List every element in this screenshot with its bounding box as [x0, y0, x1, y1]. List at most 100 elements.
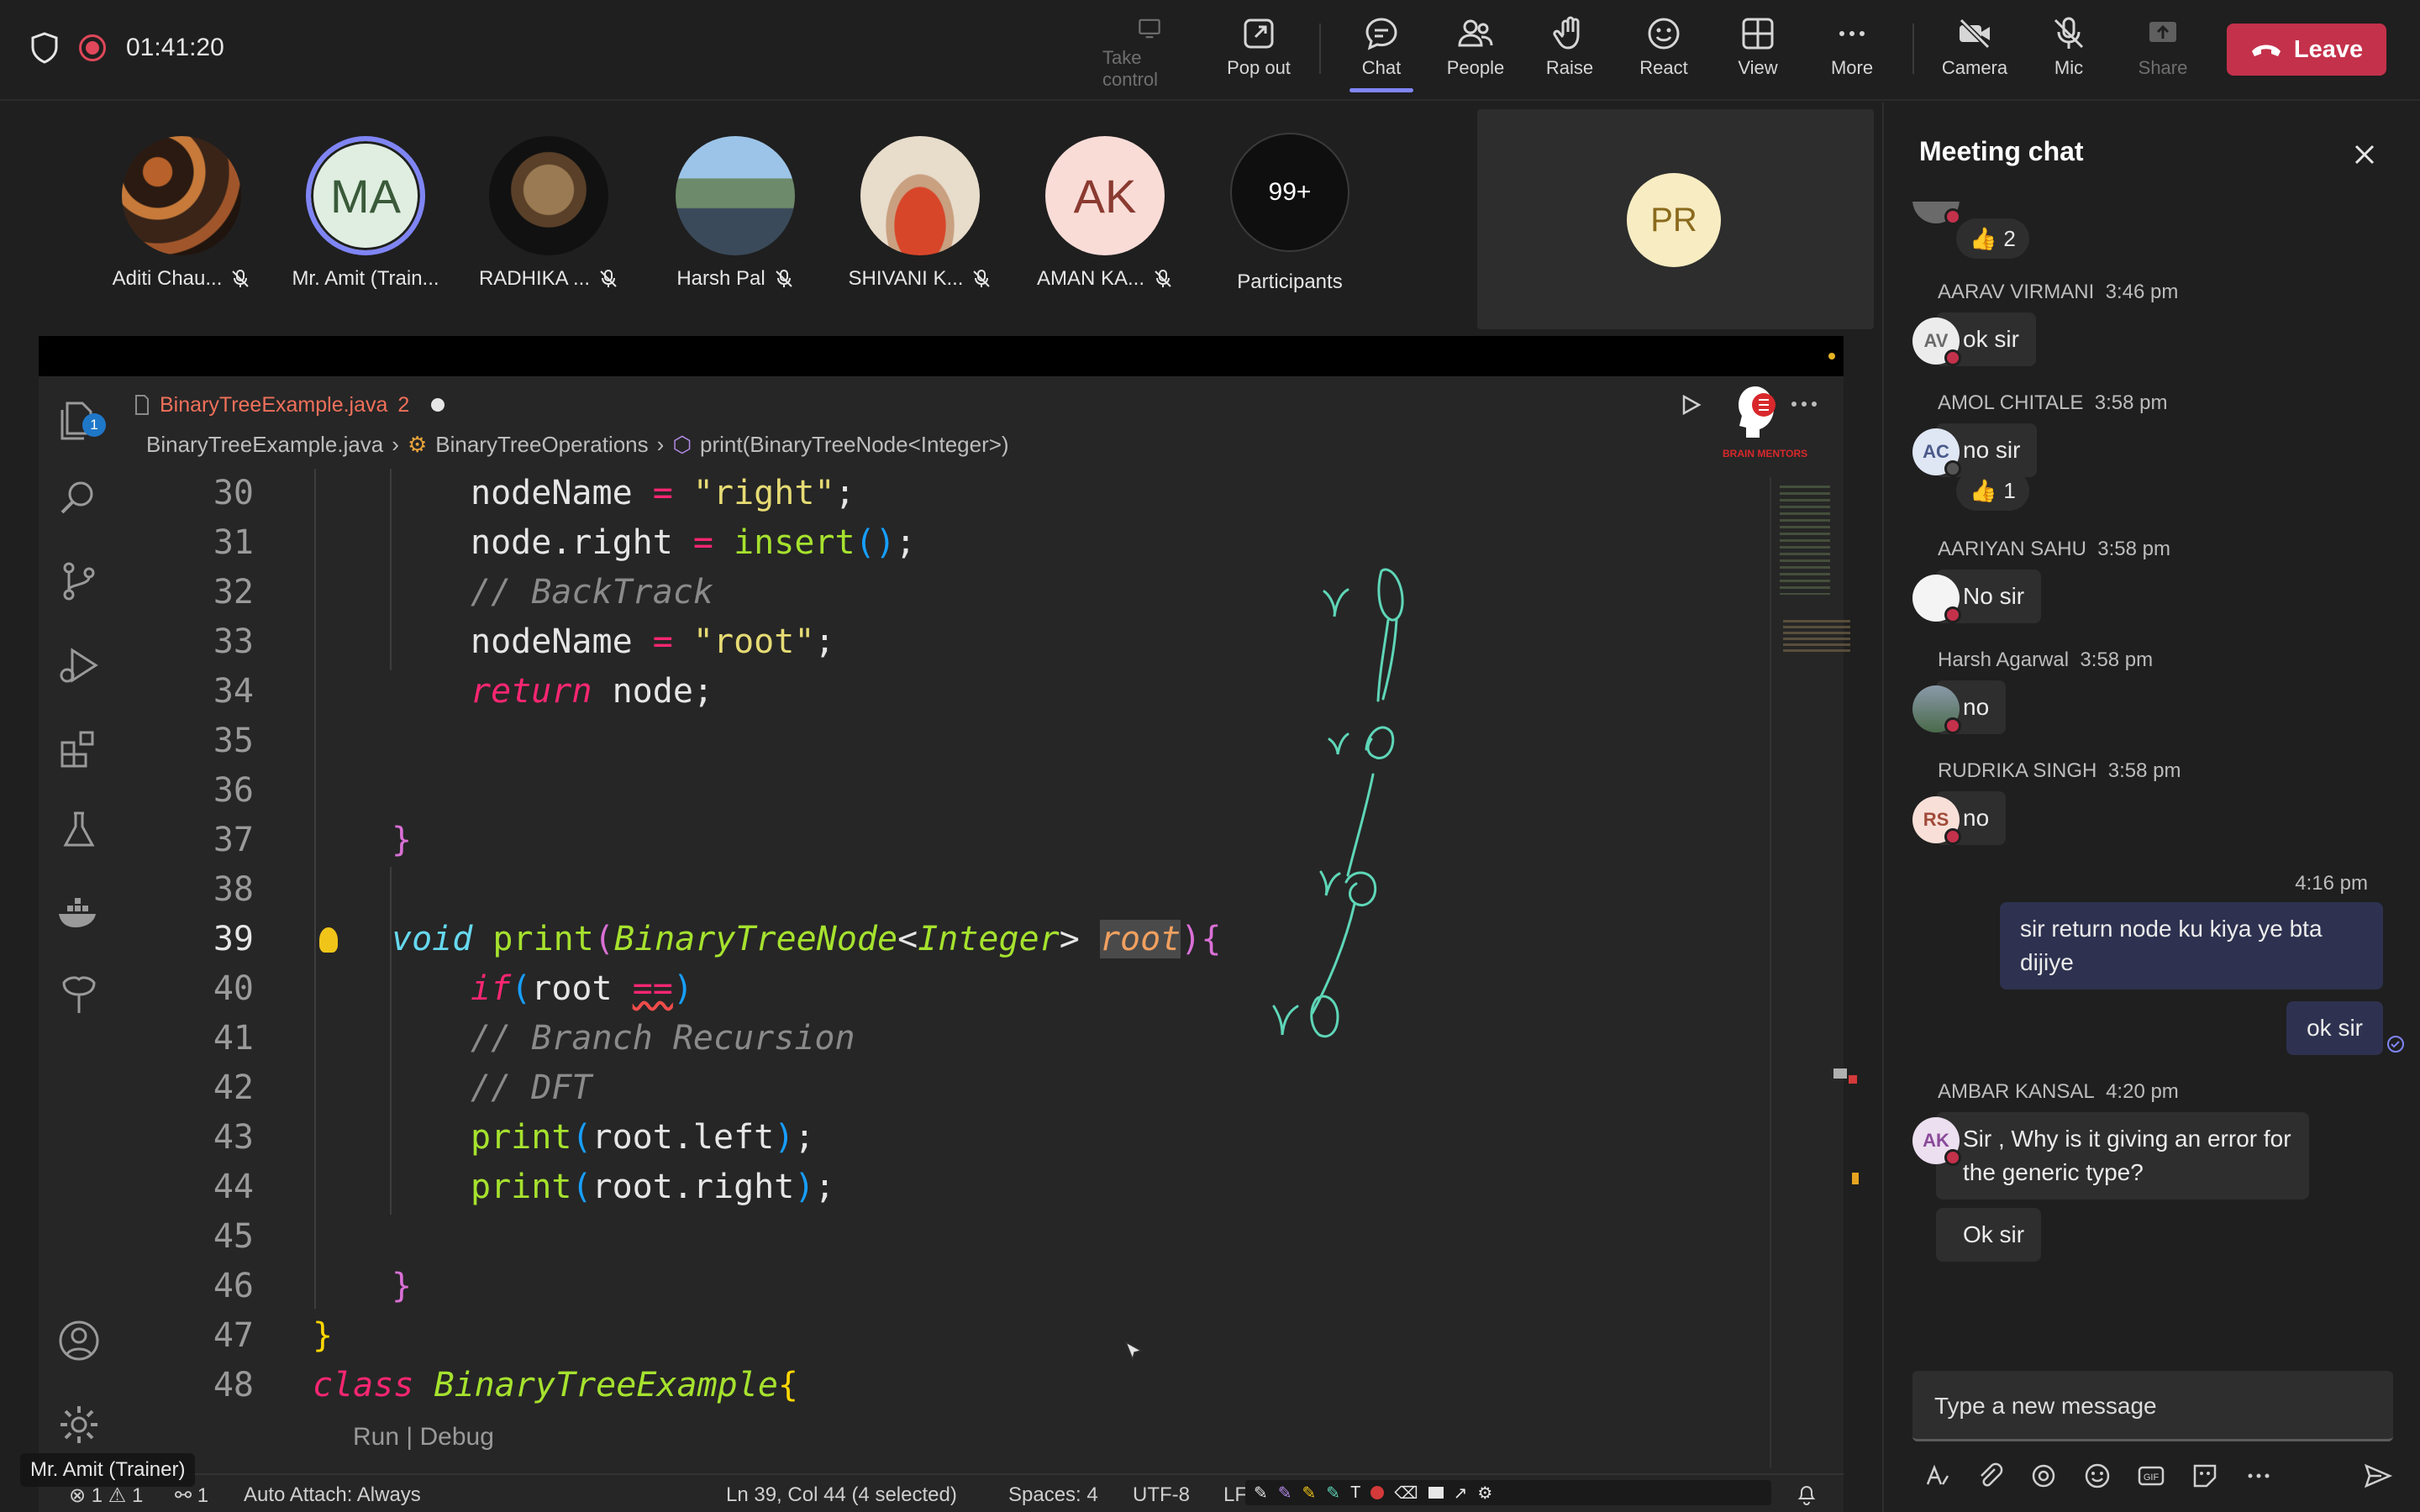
participant-tile[interactable]: Aditi Chau...	[93, 136, 270, 291]
annotation-toolbar[interactable]: ✎ ✎ ✎ ✎ T ⌫ ↗ ⚙	[1245, 1480, 1771, 1505]
emoji-icon[interactable]	[2082, 1461, 2112, 1491]
line-number: 46	[213, 1267, 254, 1305]
camera-button[interactable]: Camera	[1928, 15, 2022, 91]
text-tool-icon[interactable]: T	[1350, 1483, 1360, 1503]
share-button[interactable]: Share	[2116, 15, 2210, 91]
leave-button[interactable]: Leave	[2227, 24, 2386, 76]
participant-tile[interactable]: MA Mr. Amit (Train...	[277, 136, 454, 291]
lightbulb-icon[interactable]	[319, 927, 338, 953]
unsaved-dot-icon[interactable]	[431, 398, 445, 412]
auto-attach-status[interactable]: Auto Attach: Always	[244, 1483, 421, 1507]
muted-mic-icon	[232, 270, 250, 287]
view-button[interactable]: View	[1711, 15, 1805, 91]
breadcrumb-class[interactable]: BinaryTreeOperations	[435, 432, 648, 458]
notifications-bell-icon[interactable]	[1797, 1483, 1817, 1505]
extensions-icon[interactable]	[55, 726, 103, 773]
minimap[interactable]	[1770, 477, 1862, 1468]
message-compose-input[interactable]: Type a new message	[1912, 1371, 2393, 1441]
encoding-status[interactable]: UTF-8	[1133, 1483, 1190, 1507]
tree-icon[interactable]	[55, 971, 103, 1018]
chat-message[interactable]: Sir , Why is it giving an error for the …	[1936, 1112, 2309, 1200]
mic-off-icon	[2054, 17, 2084, 49]
pop-out-button[interactable]: Pop out	[1212, 15, 1306, 91]
format-text-icon[interactable]	[1921, 1461, 1951, 1491]
react-button[interactable]: React	[1617, 15, 1711, 91]
search-icon[interactable]	[55, 474, 103, 521]
camera-off-icon	[1959, 18, 1991, 50]
pen-icon[interactable]: ✎	[1326, 1483, 1340, 1504]
participant-avatar	[122, 136, 241, 255]
shape-tool-icon[interactable]	[1428, 1487, 1444, 1499]
participant-tile[interactable]: Harsh Pal	[647, 136, 823, 291]
pen-annotation-drawing	[1272, 568, 1404, 1038]
line-number: 31	[213, 523, 254, 562]
gif-icon[interactable]: GIF	[2136, 1461, 2166, 1491]
participant-tile[interactable]: RADHIKA ...	[460, 136, 637, 291]
breadcrumb-file[interactable]: BinaryTreeExample.java	[146, 432, 383, 458]
message-sender: RUDRIKA SINGH 3:58 pm	[1938, 759, 2181, 782]
brain-mentors-logo: BRAIN MENTORS	[1723, 381, 1807, 474]
pen-icon[interactable]: ✎	[1278, 1483, 1292, 1504]
status-bar: ⊗ 1 ⚠ 1 ⚯ 1 Auto Attach: Always Ln 39, C…	[39, 1473, 1844, 1512]
chat-icon	[1365, 18, 1397, 50]
account-icon[interactable]	[55, 1317, 103, 1364]
chat-message-list[interactable]: 👍 2 AARAV VIRMANI 3:46 pm ok sir AV AMOL …	[1884, 202, 2420, 1378]
muted-mic-icon	[775, 270, 792, 287]
more-actions-icon[interactable]	[1790, 400, 1818, 408]
reaction-badge[interactable]: 👍 2	[1956, 218, 2029, 259]
code-line: }	[392, 1267, 413, 1305]
chat-avatar: AK	[1912, 1117, 1961, 1166]
my-chat-message[interactable]: ok sir	[2286, 1001, 2383, 1055]
take-control-button[interactable]: Take control	[1102, 15, 1197, 91]
pen-icon[interactable]: ✎	[1254, 1483, 1268, 1504]
settings-gear-icon[interactable]	[55, 1401, 103, 1448]
class-icon: ⚙	[407, 432, 428, 457]
run-debug-icon[interactable]	[55, 642, 103, 689]
line-number: 37	[213, 821, 254, 859]
eraser-icon[interactable]: ⌫	[1394, 1483, 1418, 1504]
editor-tab[interactable]: BinaryTreeExample.java 2	[133, 385, 445, 425]
chat-message[interactable]: Ok sir	[1936, 1208, 2042, 1262]
line-number: 40	[213, 969, 254, 1008]
recording-indicator-icon	[79, 34, 106, 61]
reaction-badge[interactable]: 👍 1	[1956, 470, 2029, 511]
sticker-icon[interactable]	[2190, 1461, 2220, 1491]
raise-hand-button[interactable]: Raise	[1523, 15, 1617, 91]
more-options-icon[interactable]	[2244, 1461, 2274, 1491]
breadcrumb-method[interactable]: print(BinaryTreeNode<Integer>)	[700, 432, 1009, 458]
attach-paperclip-icon[interactable]	[1975, 1461, 2005, 1491]
line-number: 48	[213, 1366, 254, 1404]
chat-button[interactable]: Chat	[1334, 15, 1428, 92]
code-line: print(root.left);	[471, 1118, 815, 1157]
eol-status[interactable]: LF	[1223, 1483, 1247, 1507]
message-sender: AARAV VIRMANI 3:46 pm	[1938, 281, 2179, 303]
source-control-icon[interactable]	[55, 558, 103, 605]
presenter-name-tag: Mr. Amit (Trainer)	[20, 1453, 196, 1487]
send-icon[interactable]	[2363, 1461, 2393, 1491]
loop-icon[interactable]	[2028, 1461, 2059, 1491]
participant-tile[interactable]: SHIVANI K...	[832, 136, 1008, 291]
line-number: 43	[213, 1118, 254, 1157]
problems-count[interactable]: ⊗ 1 ⚠ 1	[69, 1483, 143, 1508]
arrow-tool-icon[interactable]: ↗	[1454, 1483, 1468, 1504]
docker-icon[interactable]	[55, 889, 103, 936]
ports-count[interactable]: ⚯ 1	[175, 1483, 208, 1508]
participant-tile[interactable]: AK AMAN KA...	[1017, 136, 1193, 291]
run-file-icon[interactable]	[1679, 393, 1702, 417]
people-button[interactable]: People	[1428, 15, 1523, 91]
cursor-position[interactable]: Ln 39, Col 44 (4 selected)	[726, 1483, 957, 1507]
line-number: 39	[213, 920, 254, 958]
code-line: if(root ==)	[471, 969, 693, 1008]
close-icon[interactable]	[2353, 143, 2376, 166]
run-debug-codelens[interactable]: Run | Debug	[353, 1423, 494, 1452]
chat-avatar	[1912, 575, 1961, 623]
more-button[interactable]: More	[1805, 15, 1899, 91]
highlighter-icon[interactable]: ✎	[1302, 1483, 1317, 1504]
indentation-status[interactable]: Spaces: 4	[1008, 1483, 1098, 1507]
mic-button[interactable]: Mic	[2022, 15, 2116, 91]
color-picker-icon[interactable]	[1370, 1486, 1385, 1499]
testing-flask-icon[interactable]	[55, 806, 103, 853]
settings-gear-icon[interactable]: ⚙	[1477, 1483, 1492, 1504]
my-chat-message[interactable]: sir return node ku kiya ye bta dijiye	[2000, 902, 2383, 990]
participants-overflow-button[interactable]: 99+ Participants	[1202, 133, 1378, 294]
